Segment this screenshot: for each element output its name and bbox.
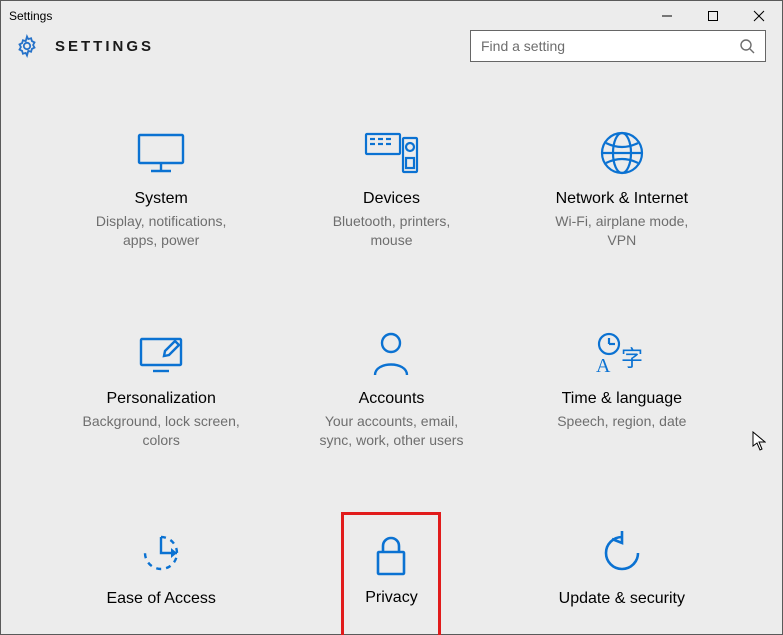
tile-subtitle: Wi-Fi, airplane mode, VPN [542, 212, 702, 250]
update-icon [598, 526, 646, 580]
header-left: SETTINGS [15, 34, 154, 58]
category-grid: System Display, notifications, apps, pow… [1, 62, 782, 635]
page-title: SETTINGS [55, 38, 154, 55]
globe-icon [598, 126, 646, 180]
personalization-icon [135, 326, 187, 380]
tile-title: Update & security [559, 590, 685, 608]
tile-title: Devices [363, 190, 420, 208]
tile-privacy[interactable]: Privacy [341, 512, 441, 635]
svg-text:A: A [596, 355, 611, 376]
tile-title: System [134, 190, 187, 208]
tile-ease-of-access[interactable]: Ease of Access [71, 518, 251, 635]
tile-title: Ease of Access [106, 590, 215, 608]
ease-of-access-icon [137, 526, 185, 580]
svg-text:字: 字 [621, 346, 643, 371]
tile-title: Time & language [562, 390, 682, 408]
close-button[interactable] [736, 1, 782, 30]
tile-update-security[interactable]: Update & security [532, 518, 712, 635]
accounts-icon [371, 326, 411, 380]
tile-subtitle: Speech, region, date [557, 412, 686, 431]
search-input[interactable] [481, 38, 739, 54]
gear-icon [15, 34, 39, 58]
search-box[interactable] [470, 30, 766, 62]
tile-network-internet[interactable]: Network & Internet Wi-Fi, airplane mode,… [532, 118, 712, 288]
time-language-icon: A 字 [595, 326, 649, 380]
window-title: Settings [1, 9, 52, 23]
header-bar: SETTINGS [1, 30, 782, 62]
close-icon [753, 10, 765, 22]
tile-devices[interactable]: Devices Bluetooth, printers, mouse [301, 118, 481, 288]
title-bar: Settings [1, 1, 782, 30]
tile-subtitle: Your accounts, email, sync, work, other … [311, 412, 471, 450]
minimize-button[interactable] [644, 1, 690, 30]
tile-title: Network & Internet [556, 190, 689, 208]
tile-time-language[interactable]: A 字 Time & language Speech, region, date [532, 318, 712, 488]
devices-icon [363, 126, 419, 180]
tile-personalization[interactable]: Personalization Background, lock screen,… [71, 318, 251, 488]
tile-title: Privacy [365, 589, 417, 607]
tile-accounts[interactable]: Accounts Your accounts, email, sync, wor… [301, 318, 481, 488]
tile-subtitle: Display, notifications, apps, power [81, 212, 241, 250]
tile-system[interactable]: System Display, notifications, apps, pow… [71, 118, 251, 288]
tile-subtitle: Bluetooth, printers, mouse [311, 212, 471, 250]
settings-window: Settings SETTINGS [0, 0, 783, 635]
lock-icon [373, 529, 409, 583]
minimize-icon [661, 10, 673, 22]
tile-title: Personalization [106, 390, 215, 408]
tile-subtitle: Background, lock screen, colors [81, 412, 241, 450]
maximize-button[interactable] [690, 1, 736, 30]
search-icon [739, 38, 755, 54]
window-controls [644, 1, 782, 30]
tile-title: Accounts [359, 390, 425, 408]
maximize-icon [707, 10, 719, 22]
system-icon [135, 126, 187, 180]
